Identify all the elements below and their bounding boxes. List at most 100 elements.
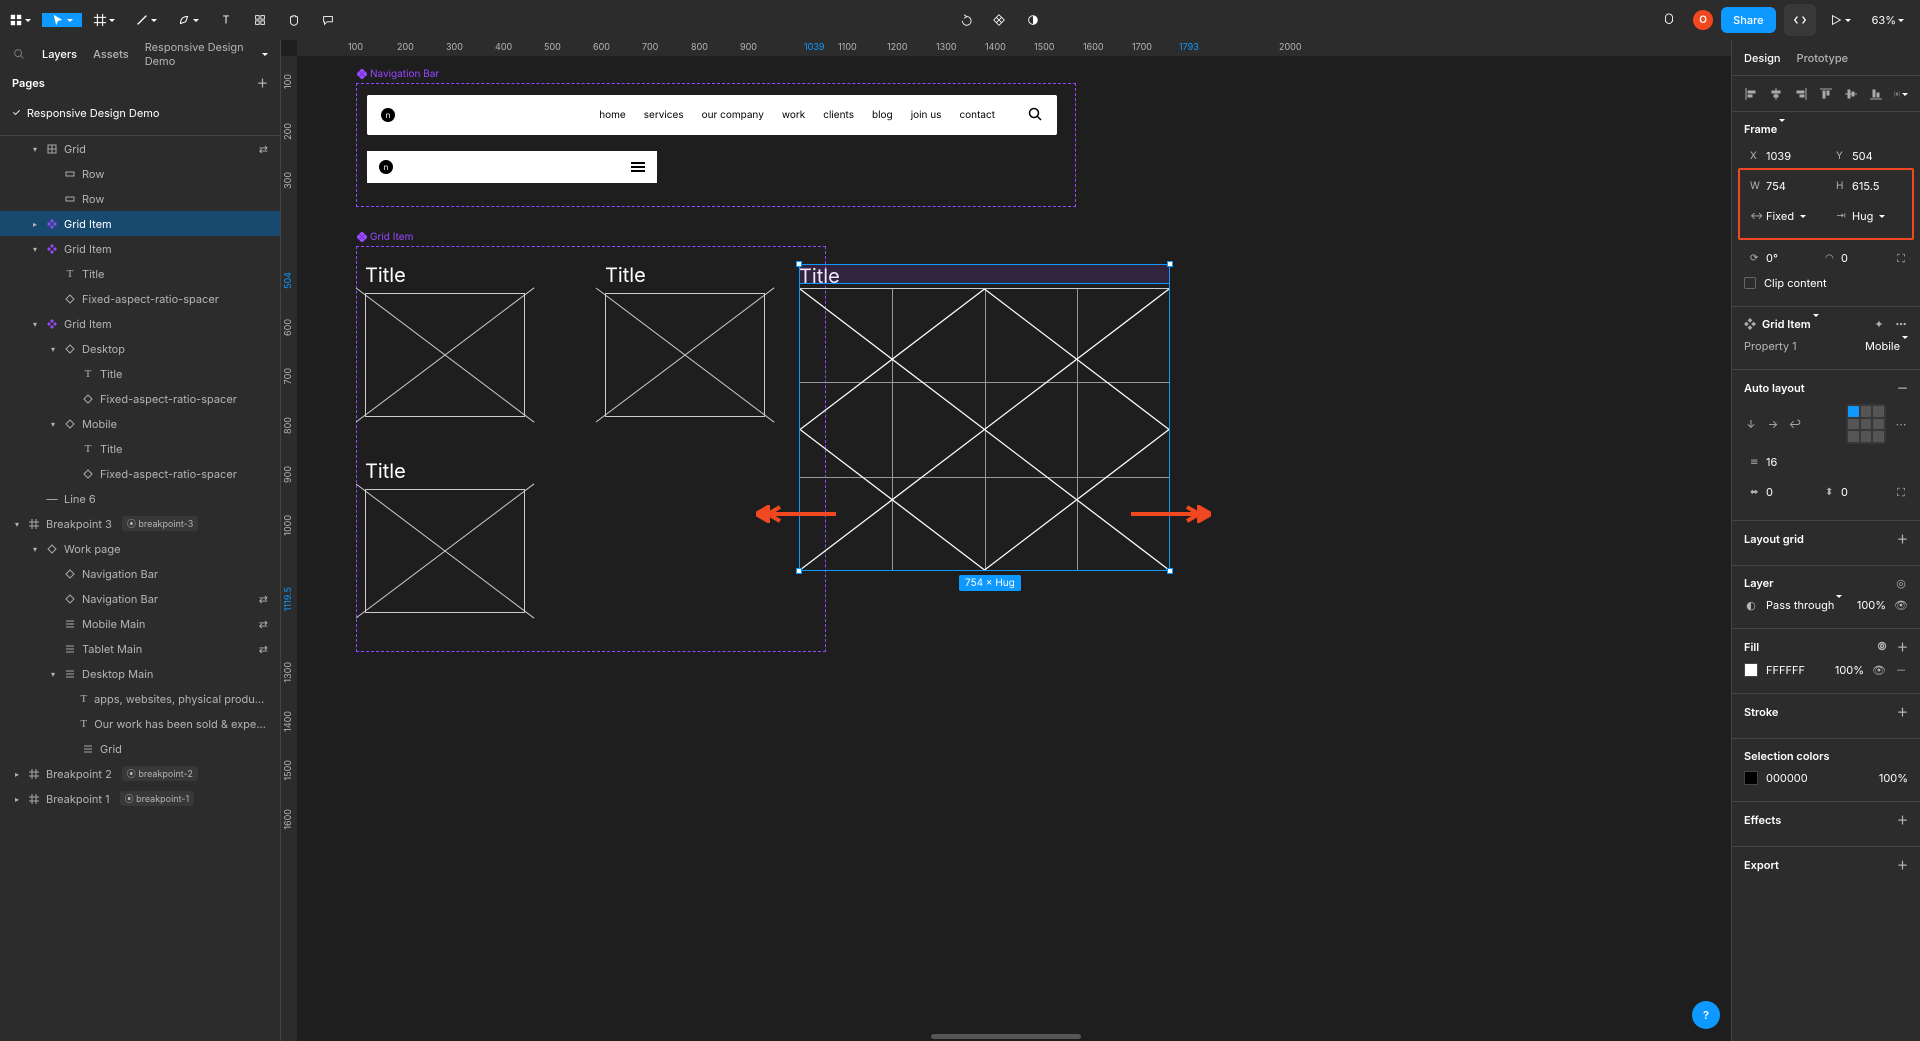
search-icon[interactable]: [1027, 106, 1043, 125]
resources-tool[interactable]: [244, 4, 276, 36]
rotation-field[interactable]: ⟳0°: [1744, 246, 1811, 270]
resize-handle-ne[interactable]: [1167, 261, 1173, 267]
gap-field[interactable]: ≡16: [1744, 450, 1908, 474]
canvas[interactable]: 1002003004005006007008009001039110012001…: [281, 40, 1731, 1041]
layer-row[interactable]: TTitle: [0, 261, 280, 286]
remove-fill-icon[interactable]: －: [1894, 663, 1908, 677]
autolayout-menu-icon[interactable]: ⋯: [1894, 417, 1908, 431]
independent-corners-icon[interactable]: ⛶: [1894, 251, 1908, 265]
tab-assets[interactable]: Assets: [93, 47, 129, 61]
fill-visibility-icon[interactable]: 👁: [1872, 663, 1886, 677]
align-right-icon[interactable]: [1794, 87, 1808, 101]
grid-item-card-2[interactable]: Title: [605, 263, 765, 417]
layer-row[interactable]: ▾Work page: [0, 536, 280, 561]
padding-v-field[interactable]: ⬍0: [1819, 480, 1886, 504]
clip-checkbox[interactable]: [1744, 277, 1756, 289]
grid-item-card-1[interactable]: Title: [365, 263, 525, 417]
align-hcenter-icon[interactable]: [1769, 87, 1783, 101]
layer-row[interactable]: TTitle: [0, 436, 280, 461]
tab-prototype[interactable]: Prototype: [1797, 51, 1849, 65]
nav-link[interactable]: clients: [823, 109, 854, 121]
nav-bar-mobile[interactable]: n: [367, 151, 657, 183]
user-avatar[interactable]: O: [1693, 10, 1713, 30]
y-field[interactable]: Y504: [1830, 144, 1908, 168]
audio-button[interactable]: [1653, 4, 1685, 36]
component-name[interactable]: Grid Item: [1762, 317, 1819, 331]
expand-chevron-icon[interactable]: ▾: [48, 419, 58, 429]
shape-tool[interactable]: [126, 13, 166, 27]
height-mode-dropdown[interactable]: ⇥Hug: [1830, 204, 1908, 228]
layer-row[interactable]: ▾Grid⇄: [0, 136, 280, 161]
navigation-bar-frame[interactable]: Navigation Bar n homeservicesour company…: [356, 83, 1076, 207]
go-to-main-icon[interactable]: ✦: [1872, 317, 1886, 331]
tab-layers[interactable]: Layers: [42, 47, 77, 61]
width-field[interactable]: W754: [1744, 174, 1822, 198]
search-icon[interactable]: [12, 47, 26, 61]
hand-tool[interactable]: [278, 4, 310, 36]
grid-item-component-frame[interactable]: Grid Item Title Title Title: [356, 246, 826, 652]
nav-link[interactable]: work: [782, 109, 805, 121]
fill-swatch[interactable]: [1744, 663, 1758, 677]
layer-row[interactable]: —Line 6: [0, 486, 280, 511]
align-vcenter-icon[interactable]: [1844, 87, 1858, 101]
layer-row[interactable]: ▾Grid Item: [0, 236, 280, 261]
add-stroke-button[interactable]: ＋: [1897, 704, 1908, 720]
resize-handle-se[interactable]: [1167, 568, 1173, 574]
layer-row[interactable]: ▾Desktop: [0, 336, 280, 361]
layer-row[interactable]: ▾Breakpoint 3⦿ breakpoint-3: [0, 511, 280, 536]
layer-row[interactable]: Fixed-aspect-ratio-spacer: [0, 386, 280, 411]
expand-chevron-icon[interactable]: ▾: [30, 319, 40, 329]
layer-row[interactable]: Fixed-aspect-ratio-spacer: [0, 461, 280, 486]
radius-field[interactable]: ◠0: [1819, 246, 1886, 270]
layer-row[interactable]: Mobile Main⇄: [0, 611, 280, 636]
layer-row[interactable]: ▾Mobile: [0, 411, 280, 436]
direction-vertical-icon[interactable]: ↓: [1744, 417, 1758, 431]
padding-h-field[interactable]: ⬌0: [1744, 480, 1811, 504]
undo-button[interactable]: [949, 4, 981, 36]
visibility-icon[interactable]: 👁: [1894, 598, 1908, 612]
tab-design[interactable]: Design: [1744, 51, 1781, 65]
expand-chevron-icon[interactable]: ▸: [30, 219, 40, 229]
component-button[interactable]: [983, 4, 1015, 36]
layer-row[interactable]: Navigation Bar⇄: [0, 586, 280, 611]
expand-chevron-icon[interactable]: ▸: [12, 794, 22, 804]
direction-horizontal-icon[interactable]: →: [1766, 417, 1780, 431]
layer-row[interactable]: ▸Breakpoint 2⦿ breakpoint-2: [0, 761, 280, 786]
resize-handle-sw[interactable]: [796, 568, 802, 574]
nav-link[interactable]: blog: [872, 109, 893, 121]
component-menu-icon[interactable]: ⋯: [1894, 317, 1908, 331]
layer-row[interactable]: Navigation Bar: [0, 561, 280, 586]
layer-opacity-field[interactable]: 100%: [1857, 598, 1886, 612]
present-button[interactable]: [1824, 4, 1856, 36]
width-mode-dropdown[interactable]: ↔Fixed: [1744, 204, 1822, 228]
layer-row[interactable]: Row: [0, 161, 280, 186]
add-effect-button[interactable]: ＋: [1897, 812, 1908, 828]
add-fill-button[interactable]: ＋: [1897, 639, 1908, 655]
nav-link[interactable]: services: [644, 109, 684, 121]
independent-padding-icon[interactable]: ⛶: [1894, 485, 1908, 499]
alignment-grid[interactable]: [1846, 404, 1886, 444]
layer-row[interactable]: Tablet Main⇄: [0, 636, 280, 661]
align-top-icon[interactable]: [1819, 87, 1833, 101]
expand-chevron-icon[interactable]: ▾: [12, 519, 22, 529]
frame-header[interactable]: Frame: [1744, 122, 1785, 136]
expand-chevron-icon[interactable]: ▾: [48, 344, 58, 354]
layer-row[interactable]: ▾Desktop Main: [0, 661, 280, 686]
x-field[interactable]: X1039: [1744, 144, 1822, 168]
align-bottom-icon[interactable]: [1869, 87, 1883, 101]
grid-item-card-3[interactable]: Title: [365, 459, 525, 613]
property-value-dropdown[interactable]: Mobile: [1865, 339, 1908, 353]
fill-hex-field[interactable]: FFFFFF: [1766, 663, 1805, 677]
add-layoutgrid-button[interactable]: ＋: [1897, 531, 1908, 547]
blend-mode-dropdown[interactable]: Pass through: [1766, 598, 1842, 612]
layer-row[interactable]: TTitle: [0, 361, 280, 386]
selcolor-swatch[interactable]: [1744, 771, 1758, 785]
expand-chevron-icon[interactable]: ▸: [12, 769, 22, 779]
expand-chevron-icon[interactable]: ▾: [30, 244, 40, 254]
expand-chevron-icon[interactable]: ▾: [30, 544, 40, 554]
add-page-button[interactable]: ＋: [257, 75, 268, 91]
add-export-button[interactable]: ＋: [1897, 857, 1908, 873]
layer-row[interactable]: ▸Grid Item: [0, 211, 280, 236]
layer-settings-icon[interactable]: ◎: [1894, 576, 1908, 590]
layer-row[interactable]: TOur work has been sold & experienced in…: [0, 711, 280, 736]
